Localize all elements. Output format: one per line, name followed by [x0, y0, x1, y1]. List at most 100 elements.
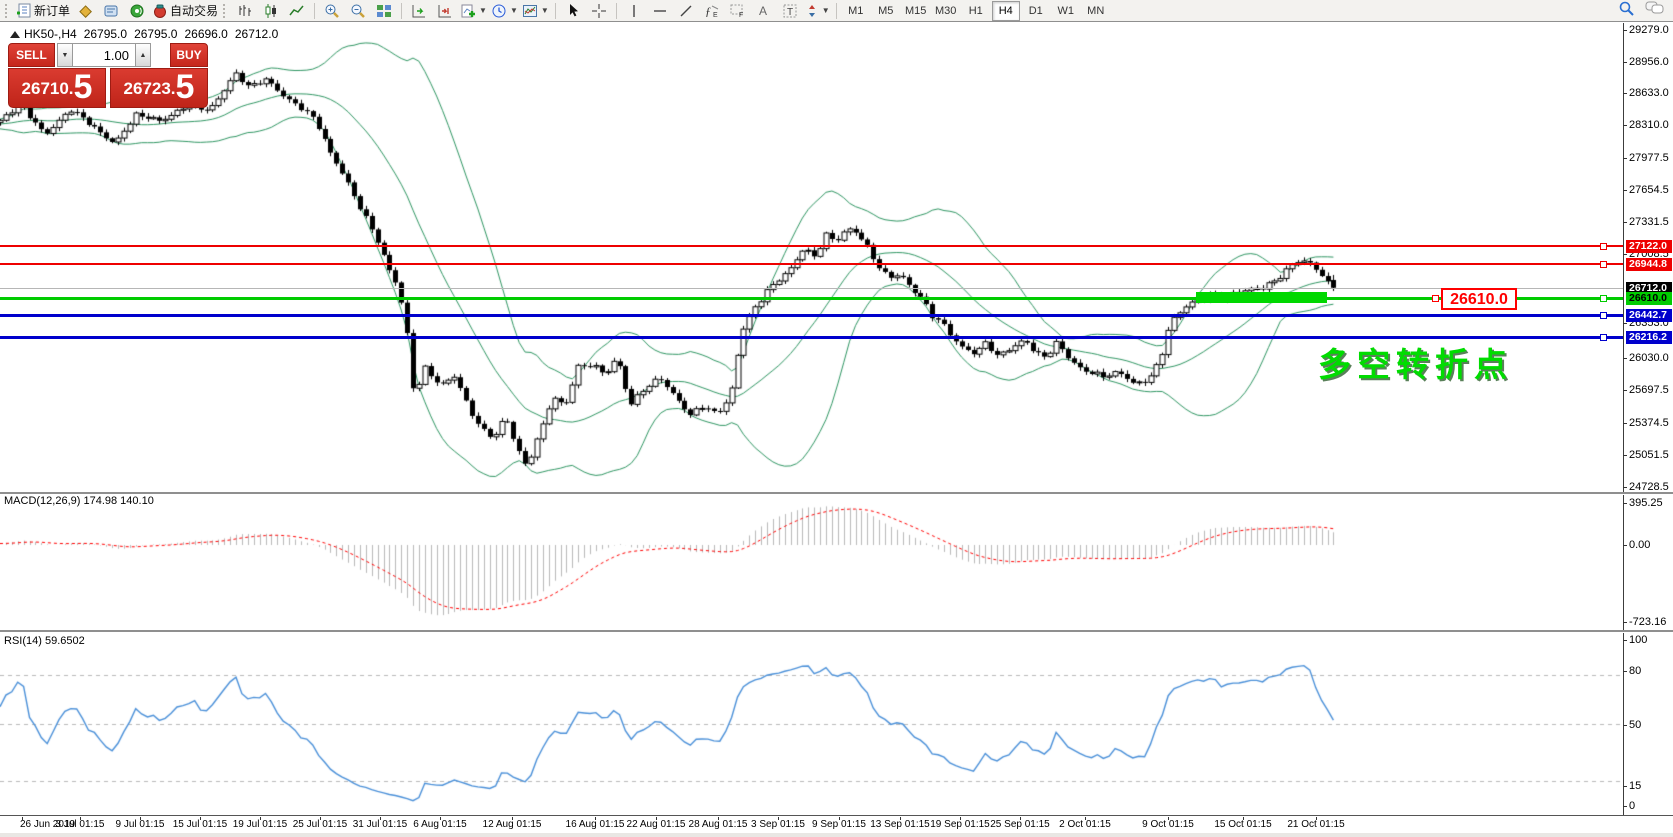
- equidistant-channel-icon: ƒE: [703, 3, 721, 19]
- text-icon: A: [756, 3, 772, 19]
- timeframe-button-m30[interactable]: M30: [932, 1, 960, 21]
- market-watch-icon: [77, 3, 93, 19]
- terminal-icon: [103, 3, 119, 19]
- trendline-icon: [678, 3, 694, 19]
- timeframe-button-w1[interactable]: W1: [1052, 1, 1080, 21]
- svg-text:F: F: [739, 12, 743, 19]
- svg-text:E: E: [713, 12, 718, 19]
- fibonacci-icon: F: [729, 3, 747, 19]
- cursor-button[interactable]: [560, 1, 586, 21]
- vertical-line-icon: [626, 3, 642, 19]
- timeframe-button-m15[interactable]: M15: [902, 1, 930, 21]
- collapse-panel-arrow-icon[interactable]: [10, 31, 20, 38]
- signals-button[interactable]: [124, 1, 150, 21]
- rsi-label: RSI(14) 59.6502: [4, 635, 85, 647]
- line-chart-button[interactable]: [284, 1, 310, 21]
- trendline-button[interactable]: [673, 1, 699, 21]
- turning-point-annotation[interactable]: 多空转折点: [1318, 338, 1513, 386]
- market-watch-button[interactable]: [72, 1, 98, 21]
- toolbar-separator: [836, 3, 837, 19]
- close-value: 26712.0: [235, 27, 278, 41]
- arrows-button[interactable]: ▼: [803, 1, 832, 21]
- time-axis-separator: [0, 815, 1673, 817]
- dropdown-arrow-icon: ▼: [510, 6, 518, 15]
- horizontal-line-icon: [652, 3, 668, 19]
- annotation-anchor-handle[interactable]: [1432, 295, 1439, 302]
- sell-price-fraction: 5: [74, 70, 93, 104]
- buy-price-fraction: 5: [176, 70, 195, 104]
- timeframe-button-h1[interactable]: H1: [962, 1, 990, 21]
- timeframe-button-m1[interactable]: M1: [842, 1, 870, 21]
- macd-pane-separator[interactable]: [0, 492, 1673, 495]
- chart-plot-area[interactable]: [0, 23, 1623, 817]
- text-label-button[interactable]: T: [777, 1, 803, 21]
- auto-scroll-icon: [411, 3, 427, 19]
- svg-text:A: A: [759, 4, 767, 18]
- volume-stepper: ▼ 1.00 ▲: [57, 43, 151, 67]
- search-icon[interactable]: [1618, 0, 1635, 22]
- timeframe-button-h4[interactable]: H4: [992, 1, 1020, 21]
- open-value: 26795.0: [84, 27, 127, 41]
- new-order-button[interactable]: 新订单: [14, 1, 72, 21]
- crosshair-icon: [591, 3, 607, 19]
- window-footer-strip: [0, 833, 1673, 837]
- volume-input[interactable]: 1.00: [73, 43, 135, 67]
- indicators-button[interactable]: ▼: [458, 1, 489, 21]
- zoom-out-button[interactable]: [345, 1, 371, 21]
- periods-button[interactable]: ▼: [489, 1, 520, 21]
- dropdown-arrow-icon: ▼: [541, 6, 549, 15]
- crosshair-button[interactable]: [586, 1, 612, 21]
- time-axis[interactable]: [0, 817, 1673, 833]
- cursor-icon: [565, 3, 581, 19]
- one-click-trading-panel: SELL ▼ 1.00 ▲ BUY 26710.5 26723.5: [8, 43, 208, 108]
- bar-chart-icon: [237, 3, 253, 19]
- toolbar-separator: [616, 3, 617, 19]
- toolbar-separator: [401, 3, 402, 19]
- candlestick-icon: [263, 3, 279, 19]
- dropdown-arrow-icon: ▼: [822, 6, 830, 15]
- toolbar-separator: [555, 3, 556, 19]
- sell-price-button[interactable]: 26710.5: [8, 68, 106, 108]
- arrows-icon: [805, 3, 819, 19]
- tile-windows-button[interactable]: [371, 1, 397, 21]
- vertical-line-button[interactable]: [621, 1, 647, 21]
- chart-shift-button[interactable]: [432, 1, 458, 21]
- sell-price-main: 26710.: [22, 74, 74, 104]
- text-button[interactable]: A: [751, 1, 777, 21]
- timeframe-button-d1[interactable]: D1: [1022, 1, 1050, 21]
- zoom-in-button[interactable]: [319, 1, 345, 21]
- text-label-icon: T: [782, 3, 798, 19]
- autotrading-icon: [152, 3, 168, 19]
- fibonacci-button[interactable]: F: [725, 1, 751, 21]
- buy-price-button[interactable]: 26723.5: [110, 68, 208, 108]
- rsi-pane-separator[interactable]: [0, 630, 1673, 633]
- timeframe-button-m5[interactable]: M5: [872, 1, 900, 21]
- equidistant-channel-button[interactable]: ƒE: [699, 1, 725, 21]
- autotrading-button[interactable]: 自动交易: [150, 1, 220, 21]
- sell-button[interactable]: SELL: [8, 43, 55, 67]
- new-order-label: 新订单: [34, 2, 70, 19]
- svg-text:T: T: [787, 7, 793, 18]
- timeframe-button-mn[interactable]: MN: [1082, 1, 1110, 21]
- volume-increase-button[interactable]: ▲: [135, 43, 151, 67]
- price-annotation[interactable]: 26610.0: [1441, 288, 1517, 310]
- bar-chart-button[interactable]: [232, 1, 258, 21]
- zoom-in-icon: [324, 3, 340, 19]
- low-value: 26696.0: [184, 27, 227, 41]
- price-axis-border: [1623, 23, 1624, 816]
- auto-scroll-button[interactable]: [406, 1, 432, 21]
- dropdown-arrow-icon: ▼: [479, 6, 487, 15]
- templates-button[interactable]: ▼: [520, 1, 551, 21]
- candlestick-button[interactable]: [258, 1, 284, 21]
- green-highlight-zone[interactable]: [1196, 292, 1327, 303]
- indicators-icon: [460, 3, 476, 19]
- horizontal-line-button[interactable]: [647, 1, 673, 21]
- buy-price-main: 26723.: [124, 74, 176, 104]
- price-axis-background: [1624, 23, 1673, 816]
- mt4-window: 新订单 自动交易 ▼ ▼ ▼ ƒE F A T ▼: [0, 0, 1673, 837]
- terminal-button[interactable]: [98, 1, 124, 21]
- chat-icon[interactable]: [1645, 0, 1665, 21]
- templates-icon: [522, 3, 538, 19]
- volume-decrease-button[interactable]: ▼: [57, 43, 73, 67]
- buy-button[interactable]: BUY: [170, 43, 208, 67]
